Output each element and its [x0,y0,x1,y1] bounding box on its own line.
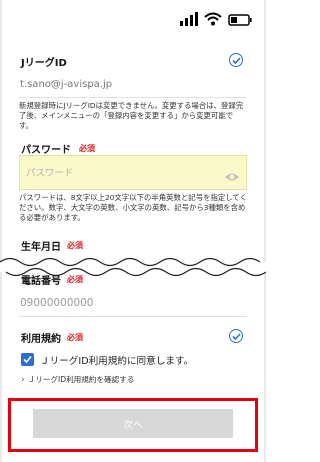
jleague-id-value: t.sano@j-avispa.jp [20,79,113,90]
chevron-right-icon: › [21,375,25,385]
divider [19,316,247,317]
terms-agree-checkbox[interactable] [21,353,34,366]
password-label: パスワード [21,145,71,156]
terms-label: 利用規約 [21,334,61,345]
signal-icon [180,12,198,26]
phone-required-badge: 必須 [67,275,83,284]
eye-icon[interactable] [224,167,240,186]
terms-agree-label[interactable]: ＪリーグID利用規約に同意します。 [40,353,193,367]
status-icons [180,12,252,26]
phone-label: 電話番号 [21,276,61,287]
password-note: パスワードは、8文字以上20文字以下の半角英数と記号を指定してください。数字、大… [19,193,247,222]
password-input[interactable] [26,165,216,181]
terms-link[interactable]: › ＪリーグID利用規約を確認する [21,374,134,385]
jleague-id-note: 新規登録時にJリーグIDは変更できません。変更する場合は、登録完了後、メインメニ… [19,101,244,130]
divider [19,97,247,98]
terms-required-badge: 必須 [67,333,83,342]
battery-icon [228,14,252,26]
frame-right [264,0,266,462]
terms-link-text[interactable]: ＪリーグID利用規約を確認する [28,375,135,384]
frame-left [0,0,2,462]
status-bar [0,0,266,40]
next-button[interactable]: 次へ [33,409,233,438]
check-circle-icon [229,329,243,343]
terms-agree-checkbox-row[interactable]: ＪリーグID利用規約に同意します。 [21,352,251,370]
jleague-id-label: JリーグID [21,58,67,69]
birthdate-label: 生年月日 [21,242,61,253]
password-field[interactable] [19,155,247,190]
birthdate-required-badge: 必須 [67,241,83,250]
phone-input[interactable]: 09000000000 [20,297,94,309]
password-required-badge: 必須 [79,144,95,153]
wifi-icon [204,12,222,26]
check-circle-icon [229,53,243,67]
